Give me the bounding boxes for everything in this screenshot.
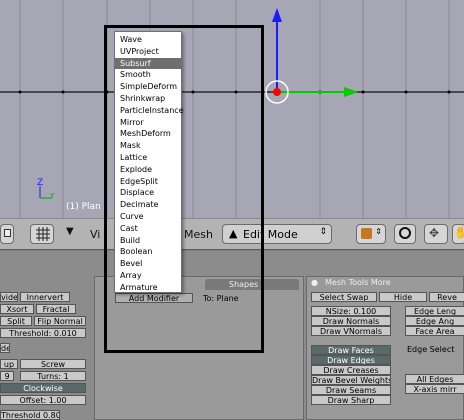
draw-normals-toggle[interactable]: Draw Normals xyxy=(311,316,391,326)
mesh-menu[interactable]: Mesh xyxy=(184,228,213,241)
modifier-menu-item-mask[interactable]: Mask xyxy=(115,140,181,151)
cube-icon xyxy=(361,228,372,239)
modifier-menu-item-displace[interactable]: Displace xyxy=(115,187,181,198)
grid-icon[interactable] xyxy=(30,224,54,244)
shapes-tab[interactable]: Shapes xyxy=(205,279,299,290)
pivot-icon xyxy=(399,227,411,239)
modifier-menu-item-cast[interactable]: Cast xyxy=(115,223,181,234)
all-edges-toggle[interactable]: All Edges xyxy=(405,374,464,384)
mesh-tools-more-panel: ● Mesh Tools More Select Swap Hide Reve … xyxy=(306,276,464,420)
modifier-menu-item-mirror[interactable]: Mirror xyxy=(115,117,181,128)
add-modifier-button[interactable]: Add Modifier xyxy=(115,293,193,303)
updown-arrows-icon: ⇕ xyxy=(319,227,327,237)
hand-icon[interactable]: ✋ xyxy=(452,224,464,244)
modifier-menu-item-particleinstance[interactable]: ParticleInstance xyxy=(115,105,184,116)
flip-normal-button[interactable]: Flip Normal xyxy=(34,316,86,326)
reveal-button[interactable]: Reve xyxy=(429,292,464,302)
clockwise-toggle[interactable]: Clockwise xyxy=(0,383,86,393)
nsize-field[interactable]: NSize: 0.100 xyxy=(311,306,391,316)
face-area-toggle[interactable]: Face Area xyxy=(405,326,464,336)
3d-view-header: ▼ Vi Mesh ▲ Edit Mode ⇕ ⇕ ✥ ✋ xyxy=(0,218,464,250)
to-object-label: To: Plane xyxy=(203,294,239,303)
modifier-menu-item-uvproject[interactable]: UVProject xyxy=(115,46,181,57)
modifier-menu-item-curve[interactable]: Curve xyxy=(115,211,181,222)
draw-edges-toggle[interactable]: Draw Edges xyxy=(311,355,391,365)
steps-field[interactable]: 9 xyxy=(0,371,14,381)
modifier-menu-item-build[interactable]: Build xyxy=(115,235,181,246)
modifier-menu-item-simpledeform[interactable]: SimpleDeform xyxy=(115,81,181,92)
split-button[interactable]: Split xyxy=(0,316,32,326)
x-axis-mirror-toggle[interactable]: X-axis mirr xyxy=(405,384,464,394)
modifier-menu-item-armature[interactable]: Armature xyxy=(115,282,181,293)
modifier-menu-item-meshdeform[interactable]: MeshDeform xyxy=(115,128,181,139)
vide-button[interactable]: vide xyxy=(0,292,18,302)
screw-button[interactable]: Screw xyxy=(20,359,86,369)
manipulator-button[interactable]: ✥ xyxy=(424,224,448,244)
xsort-button[interactable]: Xsort xyxy=(0,304,34,314)
y-axis-label: Y xyxy=(50,192,55,200)
de-button[interactable]: de xyxy=(0,343,10,353)
draw-bevel-weights-toggle[interactable]: Draw Bevel Weights xyxy=(311,375,391,385)
modifier-menu-item-subsurf[interactable]: Subsurf xyxy=(115,57,181,69)
mode-selector[interactable]: ▲ Edit Mode ⇕ xyxy=(222,224,332,244)
modifier-menu-item-array[interactable]: Array xyxy=(115,270,181,281)
innervert-button[interactable]: Innervert xyxy=(20,292,70,302)
view-menu[interactable]: Vi xyxy=(90,228,100,241)
turns-field[interactable]: Turns: 1 xyxy=(20,371,86,381)
modifiers-panel: Shapes Add Modifier To: Plane xyxy=(94,276,304,420)
draw-sharp-toggle[interactable]: Draw Sharp xyxy=(311,395,391,405)
3d-viewport[interactable]: Z Y (1) Plan xyxy=(0,0,464,218)
modifier-menu-item-edgesplit[interactable]: EdgeSplit xyxy=(115,176,181,187)
modifier-menu-item-explode[interactable]: Explode xyxy=(115,164,181,175)
object-label: (1) Plan xyxy=(66,202,101,212)
left-tools-panel: vide Innervert Xsort Fractal Split Flip … xyxy=(0,283,88,420)
pivot-button[interactable] xyxy=(394,224,416,244)
select-swap-button[interactable]: Select Swap xyxy=(311,292,377,302)
edge-select-label: Edge Select xyxy=(407,345,455,354)
draw-seams-toggle[interactable]: Draw Seams xyxy=(311,385,391,395)
threshold-2-field[interactable]: Threshold 0.800 xyxy=(0,410,60,420)
offset-field[interactable]: Offset: 1.00 xyxy=(0,395,86,405)
threshold-field[interactable]: Threshold: 0.010 xyxy=(0,328,86,338)
hide-button[interactable]: Hide xyxy=(379,292,427,302)
mesh-triangle-icon: ▲ xyxy=(229,227,238,240)
draw-type-button[interactable]: ⇕ xyxy=(356,224,386,244)
modifier-menu-item-boolean[interactable]: Boolean xyxy=(115,246,181,257)
draw-vnormals-toggle[interactable]: Draw VNormals xyxy=(311,326,391,336)
z-axis-label: Z xyxy=(37,178,44,188)
shapes-tab-label: Shapes xyxy=(229,280,259,289)
up-button[interactable]: up xyxy=(0,359,18,369)
edge-length-toggle[interactable]: Edge Leng xyxy=(405,306,464,316)
updown-arrows-icon: ⇕ xyxy=(375,227,382,236)
add-modifier-menu: Wave UVProject Subsurf Smooth SimpleDeform Sh… xyxy=(114,31,184,293)
modifier-menu-item-smooth[interactable]: Smooth xyxy=(115,69,181,80)
modifier-menu-item-shrinkwrap[interactable]: Shrinkwrap xyxy=(115,93,181,104)
modifier-menu-item-decimate[interactable]: Decimate xyxy=(115,199,181,210)
viewport-grid xyxy=(0,0,464,218)
mesh-tools-title: Mesh Tools More xyxy=(325,278,391,287)
draw-creases-toggle[interactable]: Draw Creases xyxy=(311,365,391,375)
modifier-menu-item-wave[interactable]: Wave xyxy=(115,34,181,45)
window-type-button[interactable] xyxy=(0,224,14,244)
modifier-menu-item-lattice[interactable]: Lattice xyxy=(115,152,181,163)
translate-arrows-icon: ✥ xyxy=(429,226,440,240)
edge-angles-toggle[interactable]: Edge Ang xyxy=(405,316,464,326)
draw-faces-toggle[interactable]: Draw Faces xyxy=(311,345,391,355)
buttons-window: vide Innervert Xsort Fractal Split Flip … xyxy=(0,251,464,420)
modifier-menu-item-bevel[interactable]: Bevel xyxy=(115,258,181,269)
panel-dot-icon: ● xyxy=(311,278,318,287)
fractal-button[interactable]: Fractal xyxy=(36,304,76,314)
mode-selector-label: Edit Mode xyxy=(243,228,298,241)
collapse-menus-icon[interactable]: ▼ xyxy=(66,226,74,237)
